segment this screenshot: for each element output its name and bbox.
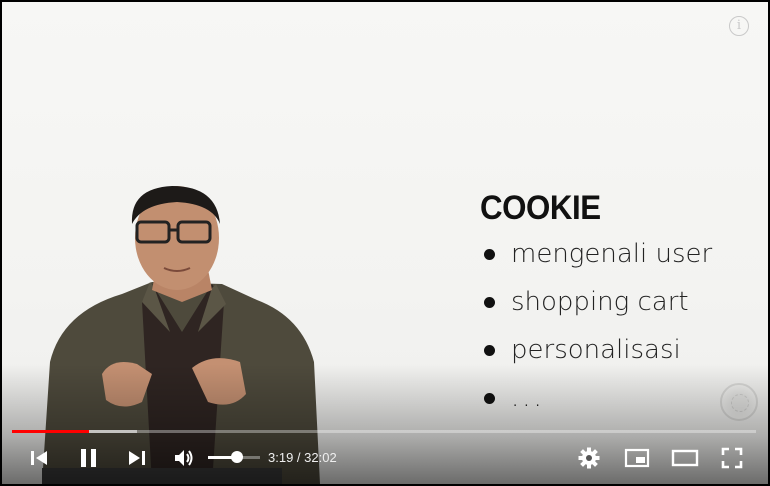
volume-slider-handle[interactable] [230, 451, 243, 463]
seek-bar-played [12, 430, 90, 433]
volume-slider[interactable] [208, 451, 260, 463]
skip-next-icon[interactable] [126, 446, 148, 470]
video-player[interactable]: i COOKIE mengenali user shopping cart pe… [0, 0, 770, 486]
theater-mode-icon[interactable] [671, 446, 699, 470]
video-frame[interactable]: i COOKIE mengenali user shopping cart pe… [2, 2, 768, 484]
skip-previous-icon[interactable] [28, 446, 50, 470]
fullscreen-icon[interactable] [720, 446, 744, 470]
volume-icon[interactable] [172, 446, 196, 470]
gear-icon[interactable] [577, 446, 601, 470]
pause-icon[interactable] [78, 446, 100, 470]
seek-bar[interactable] [12, 430, 756, 433]
miniplayer-icon[interactable] [624, 446, 650, 470]
time-display: 3:19 / 32:02 [268, 450, 337, 465]
controls-gradient [2, 364, 768, 484]
